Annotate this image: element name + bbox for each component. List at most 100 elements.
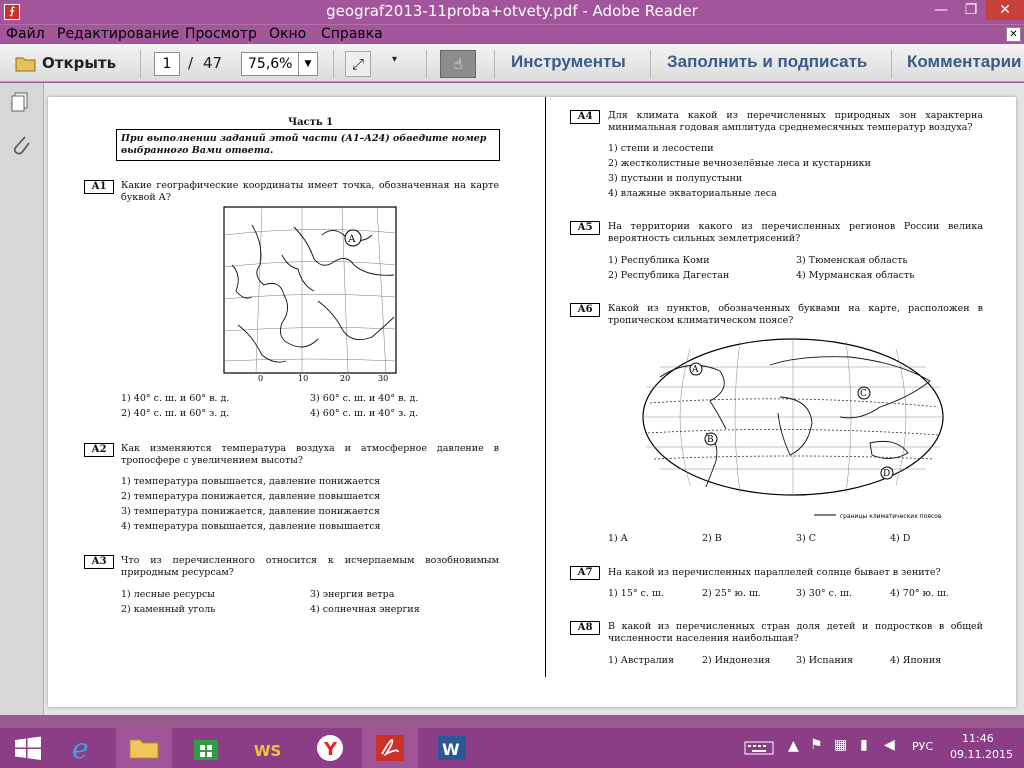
close-button[interactable]: ✕ [986,0,1024,20]
answer-option[interactable]: 2) температура понижается, давление повы… [121,491,380,503]
show-hidden-icons-icon[interactable]: ▲ [788,738,799,754]
part-title: Часть 1 [288,117,334,128]
axis-label: 30 [378,374,388,383]
document-viewer[interactable]: Часть 1 При выполнении заданий этой част… [44,83,1024,715]
answer-option[interactable]: 3) 60° с. ш. и 40° в. д. [310,393,418,405]
menu-edit[interactable]: Редактирование [57,26,179,42]
toolbar-separator [426,50,427,78]
answer-option[interactable]: 2) жестколистные вечнозелёные леса и кус… [608,158,871,170]
question-text: Для климата какой из перечисленных приро… [608,110,983,133]
answer-option[interactable]: 4) влажные экваториальные леса [608,188,777,200]
store-icon[interactable] [178,728,234,768]
internet-explorer-icon[interactable]: e [56,728,112,768]
answer-option[interactable]: 2) B [702,533,722,545]
answer-option[interactable]: 4) 60° с. ш. и 40° з. д. [310,408,418,420]
menu-bar: Файл Редактирование Просмотр Окно Справк… [0,24,1024,44]
fit-page-icon[interactable]: ⤢ [345,51,371,77]
map-point-d-label: D [883,469,890,479]
answer-option[interactable]: 3) температура понижается, давление пони… [121,506,380,518]
menu-window[interactable]: Окно [269,26,306,42]
question-text: Какие географические координаты имеет то… [121,180,499,203]
start-button-windows-icon[interactable] [0,728,56,768]
clock-date[interactable]: 09.11.2015 [950,748,1013,761]
world-climate-map: A B C D границы климатических поясов [642,338,944,520]
answer-option[interactable]: 2) Республика Дагестан [608,270,729,282]
pdf-page: Часть 1 При выполнении заданий этой част… [48,97,1016,707]
menu-file[interactable]: Файл [6,26,45,42]
axis-label: 0 [258,374,263,383]
page-total: 47 [203,54,223,72]
map-point-b-label: B [707,435,714,445]
answer-option[interactable]: 1) лесные ресурсы [121,589,215,601]
toolbar-separator [650,50,651,78]
adobe-reader-taskbar-icon[interactable] [362,728,418,768]
question-number: А6 [570,303,600,317]
close-document-icon[interactable]: ✕ [1006,27,1021,42]
svg-text:WS: WS [254,742,281,760]
answer-option[interactable]: 3) 30° с. ш. [796,588,852,600]
answer-option[interactable]: 3) пустыни и полупустыни [608,173,742,185]
language-indicator[interactable]: РУС [912,740,933,753]
answer-option[interactable]: 1) Австралия [608,655,674,667]
answer-option[interactable]: 2) Индонезия [702,655,770,667]
action-center-icon[interactable]: ⚑ [810,737,823,753]
hand-tool-icon[interactable]: ☝ [440,50,476,78]
open-button[interactable]: Открыть [14,52,117,76]
instruction-box: При выполнении заданий этой части (А1–А2… [116,129,500,161]
yandex-browser-icon[interactable]: Y [302,728,358,768]
page-number-input[interactable]: 1 [154,52,180,76]
answer-option[interactable]: 1) температура повышается, давление пони… [121,476,380,488]
answer-option[interactable]: 1) A [608,533,628,545]
toolbar: Открыть 1 / 47 75,6% ▼ ⤢ ▾ ☝ Инструменты… [0,44,1024,82]
answer-option[interactable]: 4) солнечная энергия [310,604,420,616]
wps-icon[interactable]: WS [240,728,296,768]
question-number: А4 [570,110,600,124]
zoom-dropdown-icon[interactable]: ▼ [298,52,318,76]
keyboard-icon[interactable] [744,740,774,756]
answer-option[interactable]: 2) 25° ю. ш. [702,588,761,600]
attachments-icon[interactable] [10,133,32,157]
comment-link[interactable]: Комментарии [907,52,1024,72]
minimize-button[interactable]: — [926,0,956,20]
toolbar-separator [140,50,141,78]
page-thumbnails-icon[interactable] [10,91,32,113]
answer-option[interactable]: 3) C [796,533,816,545]
map-point-a-label: А [348,234,356,245]
answer-option[interactable]: 4) Мурманская область [796,270,914,282]
answer-option[interactable]: 4) D [890,533,910,545]
answer-option[interactable]: 3) Тюменская область [796,255,908,267]
restore-button[interactable]: ❐ [956,0,986,20]
volume-icon[interactable]: ◀ [884,737,895,753]
question-text: На территории какого из перечисленных ре… [608,221,983,244]
answer-option[interactable]: 3) энергия ветра [310,589,394,601]
word-icon[interactable]: W [424,728,480,768]
file-explorer-icon[interactable] [116,728,172,768]
answer-option[interactable]: 3) Испания [796,655,853,667]
answer-option[interactable]: 2) 40° с. ш. и 60° з. д. [121,408,229,420]
axis-label: 20 [340,374,350,383]
menu-help[interactable]: Справка [321,26,383,42]
question-number: А1 [84,180,114,194]
open-label: Открыть [42,54,117,72]
answer-option[interactable]: 1) 15° с. ш. [608,588,664,600]
clock-time[interactable]: 11:46 [962,732,994,745]
answer-option[interactable]: 4) 70° ю. ш. [890,588,949,600]
zoom-input[interactable]: 75,6% [241,52,299,76]
fill-sign-link[interactable]: Заполнить и подписать [667,52,867,72]
answer-option[interactable]: 1) 40° с. ш. и 60° в. д. [121,393,229,405]
answer-option[interactable]: 2) каменный уголь [121,604,215,616]
toolbar-separator [891,50,892,78]
question-text: На какой из перечисленных параллелей сол… [608,567,941,578]
battery-icon[interactable]: ▮ [860,737,868,753]
folder-icon [15,57,36,72]
answer-option[interactable]: 4) температура повышается, давление повы… [121,521,381,533]
more-tools-dropdown-icon[interactable]: ▾ [392,54,397,65]
network-icon[interactable]: ▦ [834,737,847,753]
question-number: А2 [84,443,114,457]
answer-option[interactable]: 1) Республика Коми [608,255,710,267]
answer-option[interactable]: 1) степи и лесостепи [608,143,714,155]
tools-link[interactable]: Инструменты [511,52,626,72]
menu-view[interactable]: Просмотр [185,26,257,42]
europe-map: А 0 10 20 30 [223,206,397,383]
answer-option[interactable]: 4) Япония [890,655,941,667]
